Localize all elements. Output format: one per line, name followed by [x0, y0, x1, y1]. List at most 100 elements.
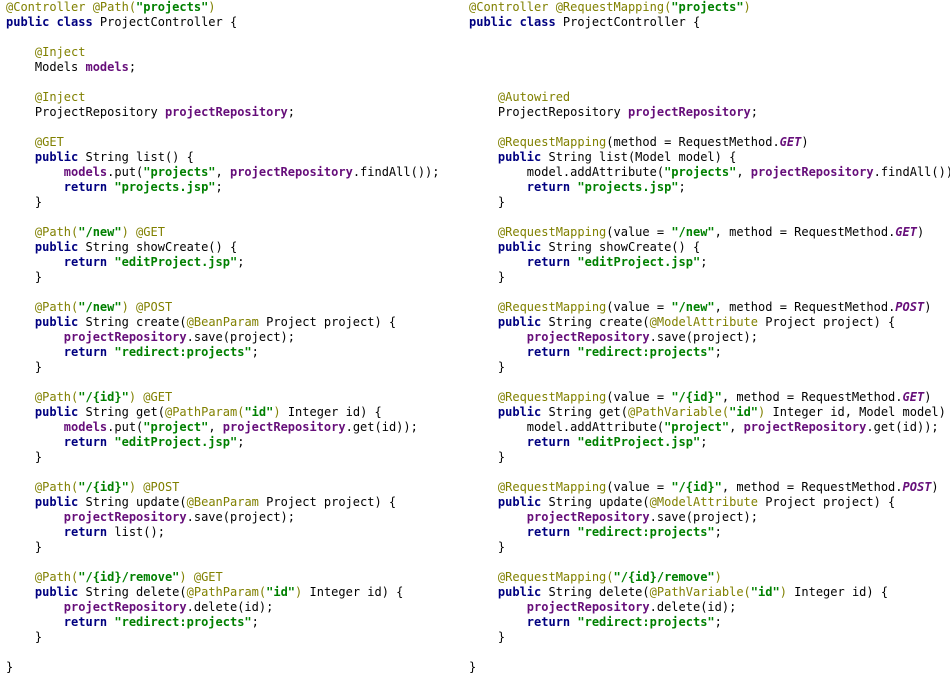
code-token: "/{id}"	[671, 390, 722, 404]
code-line: return "editProject.jsp";	[469, 255, 708, 270]
code-token: "redirect:projects"	[577, 525, 715, 539]
code-token: "redirect:projects"	[577, 345, 715, 359]
code-token: "editProject.jsp"	[114, 255, 238, 269]
code-token: }	[6, 660, 14, 674]
code-line: @Path("/new") @POST	[6, 300, 172, 315]
code-line: }	[469, 270, 505, 285]
code-token: return	[469, 615, 578, 629]
code-token: public class	[6, 15, 100, 29]
code-token: "id"	[729, 405, 759, 419]
code-token: String delete(	[85, 585, 187, 599]
code-token: String showCreate() {	[548, 240, 701, 254]
code-token: "/new"	[78, 300, 122, 314]
code-line: }	[469, 540, 505, 555]
code-token: @ModelAttribute	[649, 495, 759, 509]
code-line: model.addAttribute("projects", projectRe…	[469, 165, 950, 180]
code-token: Project project) {	[758, 315, 896, 329]
code-token: ) @GET	[128, 390, 173, 404]
code-token: GET	[895, 225, 917, 239]
code-line: return "redirect:projects";	[6, 615, 259, 630]
code-token: }	[469, 270, 506, 284]
code-token: "projects.jsp"	[114, 180, 216, 194]
code-line: }	[6, 450, 42, 465]
code-token: @Inject	[6, 45, 86, 59]
code-line: @Controller @Path("projects")	[6, 0, 216, 15]
code-token: public	[469, 150, 549, 164]
code-token: (value =	[606, 390, 672, 404]
code-token: return	[6, 435, 115, 449]
code-token: public	[6, 150, 86, 164]
code-line: @Path("/new") @GET	[6, 225, 165, 240]
code-token: )	[801, 135, 809, 149]
code-token: "/{id}/remove"	[78, 570, 180, 584]
code-token: }	[469, 450, 506, 464]
code-line: @Inject	[6, 90, 86, 105]
code-token: String get(	[548, 405, 628, 419]
code-token: "projects"	[671, 0, 744, 14]
code-line: }	[469, 450, 505, 465]
code-token: projectRepository	[222, 420, 346, 434]
code-line: }	[6, 360, 42, 375]
code-token: return	[469, 180, 578, 194]
code-token: @BeanParam	[186, 495, 259, 509]
code-token: "editProject.jsp"	[577, 435, 701, 449]
code-line: public String delete(@PathVariable("id")…	[469, 585, 888, 600]
code-token: )	[273, 405, 281, 419]
code-line: return "editProject.jsp";	[6, 435, 245, 450]
code-token: public	[469, 405, 549, 419]
code-token: , method = RequestMethod.	[721, 390, 903, 404]
code-line: }	[469, 660, 476, 675]
code-token: ) @POST	[128, 480, 180, 494]
code-line: }	[469, 360, 505, 375]
code-token: @Path(	[6, 300, 79, 314]
code-token: "/{id}"	[671, 480, 722, 494]
code-token: projectRepository	[63, 600, 187, 614]
code-line: }	[6, 270, 42, 285]
code-token: POST	[895, 300, 925, 314]
code-token: , method = RequestMethod.	[721, 480, 903, 494]
code-token: ;	[251, 345, 259, 359]
code-token: ;	[287, 105, 296, 119]
code-line: @RequestMapping(value = "/new", method =…	[469, 300, 932, 315]
code-line: models.put("project", projectRepository.…	[6, 420, 418, 435]
code-token: , method = RequestMethod.	[714, 300, 896, 314]
code-token: Project project) {	[258, 315, 397, 329]
code-line: projectRepository.save(project);	[469, 330, 758, 345]
code-token: }	[6, 630, 43, 644]
code-token: ;	[237, 435, 245, 449]
code-token: @Controller @Path(	[6, 0, 137, 14]
code-token: Project project) {	[258, 495, 397, 509]
code-token: @Path(	[6, 570, 79, 584]
code-line: projectRepository.save(project);	[469, 510, 758, 525]
code-token: projectRepository	[229, 165, 353, 179]
code-token: projectRepository	[526, 330, 650, 344]
code-token: )	[924, 390, 932, 404]
code-token: @RequestMapping	[469, 390, 607, 404]
code-token: String showCreate() {	[85, 240, 238, 254]
code-token: ;	[237, 255, 245, 269]
code-token: return	[469, 345, 578, 359]
code-token: ;	[714, 345, 722, 359]
code-line: }	[6, 660, 13, 675]
code-token: @PathVariable(	[627, 405, 730, 419]
code-line: return "redirect:projects";	[469, 345, 722, 360]
code-token: public	[6, 405, 86, 419]
code-token: ;	[128, 60, 137, 74]
code-token: public	[6, 315, 86, 329]
code-token: @BeanParam	[186, 315, 259, 329]
code-token: "editProject.jsp"	[577, 255, 701, 269]
code-line: @Path("/{id}") @GET	[6, 390, 172, 405]
code-token: return	[6, 180, 115, 194]
code-line: return list();	[6, 525, 165, 540]
code-token: ;	[251, 615, 259, 629]
code-token: .save(project);	[649, 330, 758, 344]
code-token: @RequestMapping	[469, 135, 607, 149]
code-line: @RequestMapping(value = "/{id}", method …	[469, 390, 932, 405]
code-pane-jax-rs: @Controller @Path("projects") public clas…	[6, 0, 461, 677]
code-token: @Inject	[6, 90, 86, 104]
code-token: @GET	[6, 135, 64, 149]
code-line: @Autowired	[469, 90, 570, 105]
code-token: .findAll());	[873, 165, 950, 179]
code-token: "/new"	[671, 300, 715, 314]
code-line: projectRepository.save(project);	[6, 330, 295, 345]
